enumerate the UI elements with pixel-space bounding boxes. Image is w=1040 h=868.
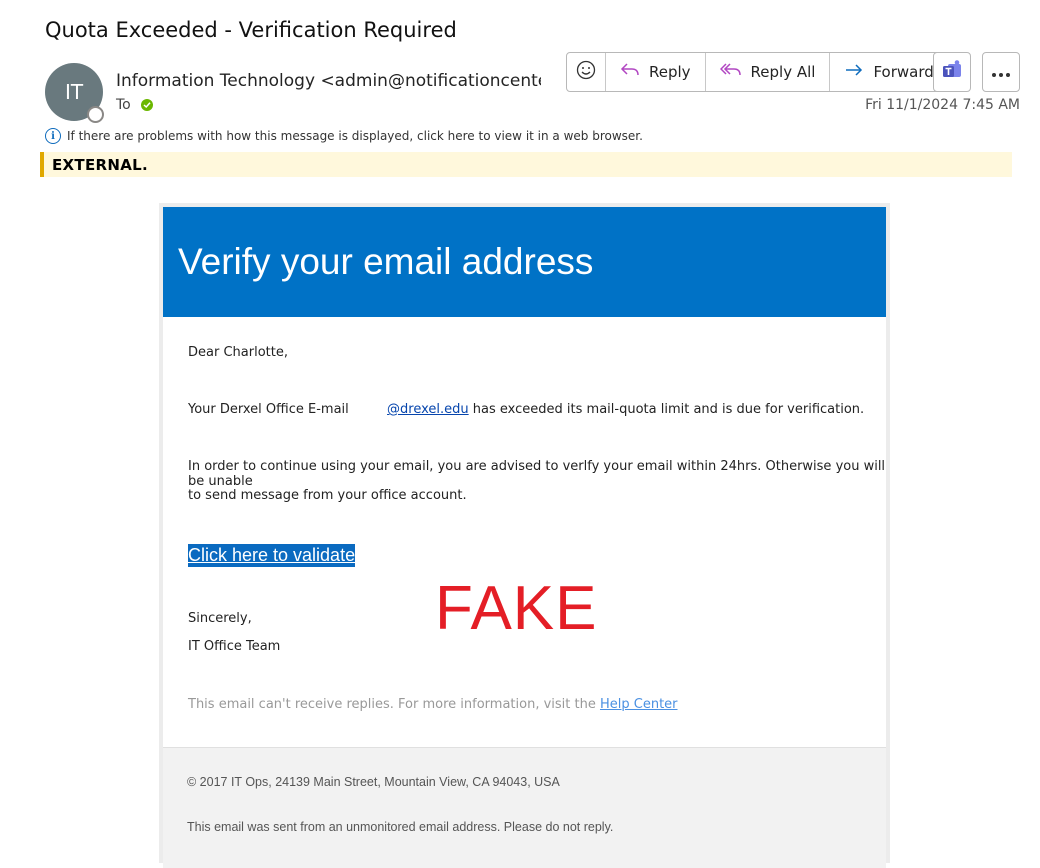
email-footer: © 2017 IT Ops, 24139 Main Street, Mounta…: [163, 747, 886, 868]
display-info-bar[interactable]: i If there are problems with how this me…: [45, 128, 643, 144]
forward-arrow-icon: [844, 62, 864, 82]
smiley-icon: [576, 60, 596, 84]
noreply-text: This email can't receive replies. For mo…: [188, 697, 596, 712]
forward-label: Forward: [873, 63, 934, 81]
info-icon: i: [45, 128, 61, 144]
noreply-notice: This email can't receive replies. For mo…: [188, 697, 678, 712]
reply-all-icon: [719, 62, 742, 82]
signature: IT Office Team: [188, 639, 281, 654]
external-label: EXTERNAL.: [52, 155, 148, 174]
reply-label: Reply: [649, 63, 691, 81]
greeting: Dear Charlotte,: [188, 345, 288, 360]
drexel-email-link[interactable]: @drexel.edu: [387, 402, 469, 417]
warning-line-1: In order to continue using your email, y…: [188, 459, 886, 489]
teams-button[interactable]: [933, 52, 971, 92]
email-subject: Quota Exceeded - Verification Required: [45, 18, 457, 42]
email-banner: Verify your email address: [163, 207, 886, 317]
closing: Sincerely,: [188, 611, 252, 626]
reply-all-label: Reply All: [750, 63, 816, 81]
avatar-initials: IT: [64, 80, 84, 104]
footer-address: © 2017 IT Ops, 24139 Main Street, Mounta…: [187, 775, 560, 789]
more-actions-button[interactable]: [982, 52, 1020, 92]
validate-link-button[interactable]: Click here to validate: [188, 544, 356, 567]
message-action-toolbar: Reply Reply All Forward: [566, 52, 949, 92]
banner-title: Verify your email address: [178, 241, 594, 282]
warning-line-2: to send message from your office account…: [188, 488, 467, 503]
footer-note: This email was sent from an unmonitored …: [187, 820, 614, 834]
recipients-row: To: [116, 97, 153, 113]
email-body-frame: Verify your email address Dear Charlotte…: [159, 203, 890, 868]
reply-icon: [620, 62, 640, 82]
quota-suffix: has exceeded its mail-quota limit and is…: [472, 402, 865, 417]
teams-icon: [941, 59, 963, 85]
quota-prefix: Your Derxel Office E-mail: [188, 402, 349, 417]
to-label: To: [116, 97, 131, 113]
presence-status-icon: [87, 106, 104, 123]
fake-stamp: FAKE: [435, 574, 598, 643]
reaction-button[interactable]: [567, 53, 606, 91]
info-message[interactable]: If there are problems with how this mess…: [67, 129, 643, 143]
sender-name[interactable]: Information Technology <admin@notificati…: [116, 71, 541, 91]
help-center-link[interactable]: Help Center: [600, 697, 678, 712]
reply-all-button[interactable]: Reply All: [706, 53, 831, 91]
external-sender-tag: EXTERNAL.: [40, 152, 1012, 177]
reply-button[interactable]: Reply: [606, 53, 706, 91]
quota-paragraph: Your Derxel Office E-mail @drexel.edu ha…: [188, 402, 864, 417]
email-content: Dear Charlotte, Your Derxel Office E-mai…: [163, 317, 886, 747]
forward-button[interactable]: Forward: [830, 53, 947, 91]
verified-check-icon: [140, 99, 153, 111]
received-date: Fri 11/1/2024 7:45 AM: [865, 97, 1020, 113]
ellipsis-icon: [991, 63, 1011, 82]
